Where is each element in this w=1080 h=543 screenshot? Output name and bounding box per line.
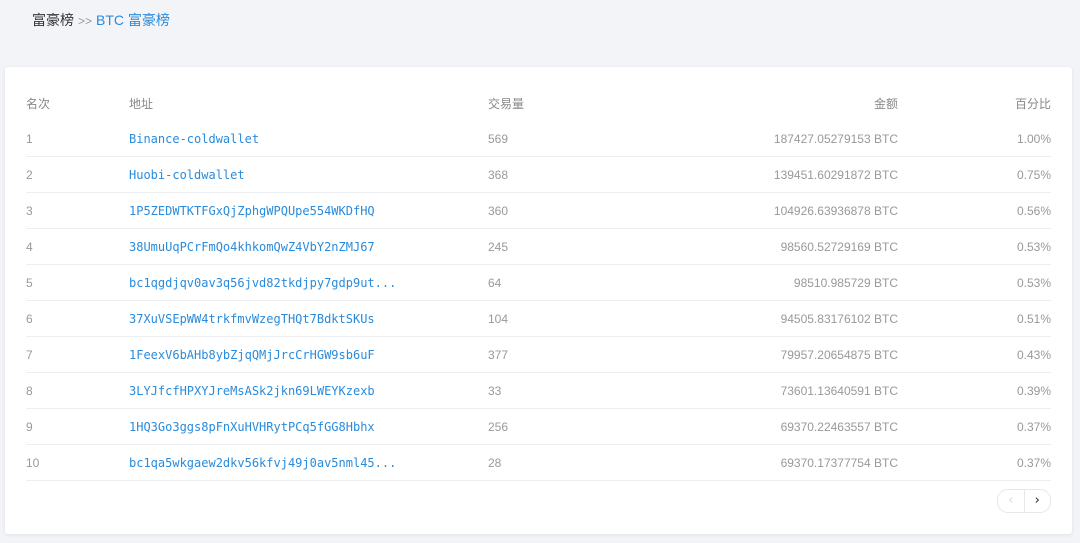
breadcrumb-separator: >> [78,14,93,28]
address-link[interactable]: 1FeexV6bAHb8ybZjqQMjJrcCrHGW9sb6uF [129,348,375,362]
rank-cell: 2 [26,156,129,193]
amount-cell: 104926.63936878 BTC [658,192,898,229]
table-row: 6 37XuVSEpWW4trkfmvWzegTHQt7BdktSKUs 104… [26,300,1051,337]
percent-cell: 1.00% [898,121,1051,157]
amount-cell: 69370.17377754 BTC [658,444,898,481]
transactions-cell: 377 [488,336,658,373]
amount-cell: 69370.22463557 BTC [658,408,898,445]
address-cell: bc1qgdjqv0av3q56jvd82tkdjpy7gdp9ut... [129,264,488,301]
pagination: ‹ › [997,489,1051,513]
amount-cell: 139451.60291872 BTC [658,156,898,193]
transactions-cell: 368 [488,156,658,193]
table-row: 2 Huobi-coldwallet 368 139451.60291872 B… [26,156,1051,193]
rank-cell: 3 [26,192,129,229]
address-link[interactable]: Huobi-coldwallet [129,168,245,182]
breadcrumb-root[interactable]: 富豪榜 [32,12,74,28]
table-header: 名次 地址 交易量 金额 百分比 [26,86,1051,121]
address-cell: bc1qa5wkgaew2dkv56kfvj49j0av5nml45... [129,444,488,481]
next-page-button[interactable]: › [1025,490,1051,512]
percent-cell: 0.53% [898,264,1051,301]
address-cell: 3LYJfcfHPXYJreMsASk2jkn69LWEYKzexb [129,372,488,409]
table-row: 5 bc1qgdjqv0av3q56jvd82tkdjpy7gdp9ut... … [26,264,1051,301]
header-percent: 百分比 [1014,97,1051,111]
transactions-cell: 360 [488,192,658,229]
prev-page-button[interactable]: ‹ [998,490,1025,512]
rich-list-table: 名次 地址 交易量 金额 百分比 1 Binance-coldwallet 56… [26,86,1051,481]
table-row: 10 bc1qa5wkgaew2dkv56kfvj49j0av5nml45...… [26,444,1051,481]
rank-cell: 5 [26,264,129,301]
table-row: 7 1FeexV6bAHb8ybZjqQMjJrcCrHGW9sb6uF 377… [26,336,1051,373]
table-row: 4 38UmuUqPCrFmQo4khkomQwZ4VbY2nZMJ67 245… [26,228,1051,265]
rank-cell: 10 [26,444,129,481]
transactions-cell: 33 [488,372,658,409]
header-address: 地址 [129,97,154,111]
address-cell: Binance-coldwallet [129,121,488,157]
amount-cell: 94505.83176102 BTC [658,300,898,337]
rank-cell: 6 [26,300,129,337]
address-cell: 38UmuUqPCrFmQo4khkomQwZ4VbY2nZMJ67 [129,228,488,265]
address-link[interactable]: Binance-coldwallet [129,132,259,146]
percent-cell: 0.43% [898,336,1051,373]
chevron-right-icon: › [1034,493,1040,508]
amount-cell: 73601.13640591 BTC [658,372,898,409]
table-row: 8 3LYJfcfHPXYJreMsASk2jkn69LWEYKzexb 33 … [26,372,1051,409]
transactions-cell: 28 [488,444,658,481]
address-cell: 1FeexV6bAHb8ybZjqQMjJrcCrHGW9sb6uF [129,336,488,373]
percent-cell: 0.75% [898,156,1051,193]
rank-cell: 4 [26,228,129,265]
percent-cell: 0.37% [898,444,1051,481]
transactions-cell: 64 [488,264,658,301]
breadcrumb-current: BTC 富豪榜 [96,12,170,28]
amount-cell: 98560.52729169 BTC [658,228,898,265]
table-row: 9 1HQ3Go3ggs8pFnXuHVHRytPCq5fGG8Hbhx 256… [26,408,1051,445]
header-amount: 金额 [873,97,898,111]
rank-cell: 1 [26,121,129,157]
transactions-cell: 569 [488,121,658,157]
address-link[interactable]: 38UmuUqPCrFmQo4khkomQwZ4VbY2nZMJ67 [129,240,375,254]
address-link[interactable]: 1HQ3Go3ggs8pFnXuHVHRytPCq5fGG8Hbhx [129,420,375,434]
address-link[interactable]: 37XuVSEpWW4trkfmvWzegTHQt7BdktSKUs [129,312,375,326]
percent-cell: 0.37% [898,408,1051,445]
address-cell: 1P5ZEDWTKTFGxQjZphgWPQUpe554WKDfHQ [129,192,488,229]
address-cell: 1HQ3Go3ggs8pFnXuHVHRytPCq5fGG8Hbhx [129,408,488,445]
transactions-cell: 256 [488,408,658,445]
rank-cell: 7 [26,336,129,373]
address-link[interactable]: 3LYJfcfHPXYJreMsASk2jkn69LWEYKzexb [129,384,375,398]
rank-cell: 9 [26,408,129,445]
address-link[interactable]: bc1qa5wkgaew2dkv56kfvj49j0av5nml45... [129,456,396,470]
header-transactions: 交易量 [488,97,525,111]
address-cell: Huobi-coldwallet [129,156,488,193]
transactions-cell: 245 [488,228,658,265]
table-row: 1 Binance-coldwallet 569 187427.05279153… [26,121,1051,157]
rank-cell: 8 [26,372,129,409]
amount-cell: 187427.05279153 BTC [658,121,898,157]
amount-cell: 79957.20654875 BTC [658,336,898,373]
percent-cell: 0.56% [898,192,1051,229]
percent-cell: 0.53% [898,228,1051,265]
transactions-cell: 104 [488,300,658,337]
header-rank: 名次 [26,97,51,111]
breadcrumb: 富豪榜 >> BTC 富豪榜 [32,10,170,30]
address-cell: 37XuVSEpWW4trkfmvWzegTHQt7BdktSKUs [129,300,488,337]
rich-list-card: 名次 地址 交易量 金额 百分比 1 Binance-coldwallet 56… [5,67,1072,534]
amount-cell: 98510.985729 BTC [658,264,898,301]
percent-cell: 0.51% [898,300,1051,337]
table-body: 1 Binance-coldwallet 569 187427.05279153… [26,121,1051,481]
address-link[interactable]: 1P5ZEDWTKTFGxQjZphgWPQUpe554WKDfHQ [129,204,375,218]
percent-cell: 0.39% [898,372,1051,409]
chevron-left-icon: ‹ [1008,493,1014,508]
table-row: 3 1P5ZEDWTKTFGxQjZphgWPQUpe554WKDfHQ 360… [26,192,1051,229]
address-link[interactable]: bc1qgdjqv0av3q56jvd82tkdjpy7gdp9ut... [129,276,396,290]
